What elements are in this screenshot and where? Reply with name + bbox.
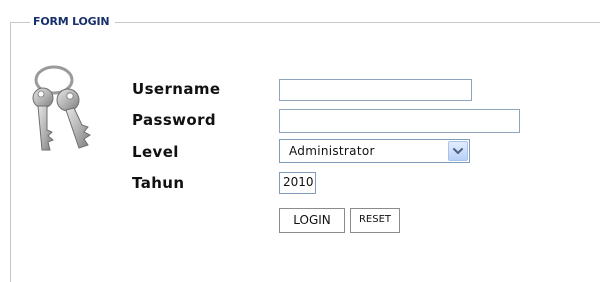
chevron-down-icon xyxy=(453,148,463,154)
dropdown-button[interactable] xyxy=(448,141,468,161)
keys-icon xyxy=(32,65,91,151)
reset-button[interactable]: RESET xyxy=(350,208,400,233)
level-select[interactable]: Administrator xyxy=(279,139,470,163)
level-label: Level xyxy=(132,143,179,161)
login-button[interactable]: LOGIN xyxy=(279,208,345,233)
password-label: Password xyxy=(132,111,217,129)
level-select-value: Administrator xyxy=(289,144,375,158)
form-legend: FORM LOGIN xyxy=(30,13,116,31)
password-input[interactable] xyxy=(279,109,520,133)
username-label: Username xyxy=(132,80,221,98)
year-label: Tahun xyxy=(132,174,185,192)
username-input[interactable] xyxy=(279,79,472,101)
year-input[interactable]: 2010 xyxy=(279,172,316,194)
